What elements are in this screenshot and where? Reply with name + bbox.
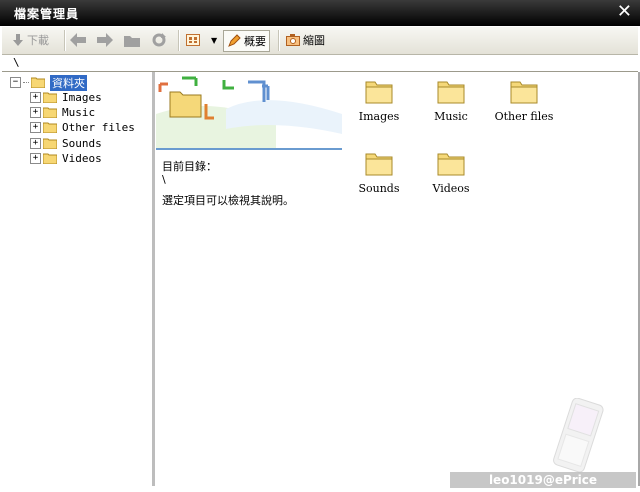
folder-icon [43,107,57,118]
phone-watermark-graphic [553,398,604,473]
folder-icon [43,138,57,149]
expand-icon[interactable]: + [30,138,41,149]
folder-item-music[interactable]: Music [414,78,488,123]
back-button[interactable] [70,30,86,50]
toolbar: 下載 ▼ 概要 縮圖 [2,27,638,55]
folder-icon [437,81,465,104]
collapse-icon[interactable]: − [10,77,21,88]
current-dir-value: \ [162,173,166,186]
folder-icon [43,92,57,103]
view-grid-icon [186,34,200,46]
info-hint: 選定項目可以檢視其說明。 [162,194,294,207]
download-label: 下載 [27,34,49,47]
folder-item-other-files[interactable]: Other files [487,78,561,123]
view-menu-button[interactable]: ▼ [186,30,217,50]
tree-item-other-files[interactable]: + Other files [30,120,135,135]
download-icon [13,34,23,46]
chevron-down-icon[interactable]: ▼ [211,36,217,45]
folder-item-label: Sounds [358,182,400,195]
expand-icon[interactable]: + [30,122,41,133]
forward-button[interactable] [97,30,113,50]
refresh-icon [152,33,166,47]
toolbar-separator [178,30,180,51]
folder-up-icon [124,36,140,47]
folder-icon [510,81,538,104]
tree-item-images[interactable]: + Images [30,90,102,105]
path-bar[interactable]: \ [2,55,638,72]
banner-folder-graphic [156,74,342,148]
current-path: \ [13,56,20,69]
folder-item-images[interactable]: Images [342,78,416,123]
tree-root[interactable]: − 資料夾 [10,74,87,91]
tree-item-label: Other files [62,121,135,134]
tree-root-label: 資料夾 [50,74,87,91]
folder-tree: − 資料夾 + Images + Music + Other files + S… [2,72,155,486]
folder-item-sounds[interactable]: Sounds [342,150,416,195]
thumbnail-button[interactable]: 縮圖 [286,30,325,50]
current-dir-label: 目前目錄： [162,160,217,173]
window-title: 檔案管理員 [14,7,80,21]
summary-button[interactable]: 概要 [223,30,270,52]
folder-item-label: Other files [494,110,554,123]
up-folder-button[interactable] [124,30,140,50]
tree-item-label: Music [62,106,96,119]
title-bar: 檔案管理員 ✕ [0,0,640,26]
tree-item-label: Videos [62,152,102,165]
folder-item-label: Images [358,110,400,123]
folder-item-label: Music [434,110,468,123]
tree-item-videos[interactable]: + Videos [30,151,102,166]
tree-item-sounds[interactable]: + Sounds [30,136,102,151]
folder-icon [437,153,465,176]
close-icon[interactable]: ✕ [617,2,632,22]
tree-item-label: Sounds [62,137,102,150]
folder-item-videos[interactable]: Videos [414,150,488,195]
toolbar-separator [64,30,66,51]
watermark-text: leo1019@ePrice [450,472,636,488]
thumbnail-camera-icon [286,34,300,46]
expand-icon[interactable]: + [30,92,41,103]
summary-label: 概要 [244,35,266,48]
tree-item-label: Images [62,91,102,104]
folder-icon [43,153,57,164]
expand-icon[interactable]: + [30,153,41,164]
refresh-button[interactable] [152,30,166,50]
folder-banner [156,74,342,150]
folder-icon [31,77,45,88]
folder-icon [365,81,393,104]
tree-item-music[interactable]: + Music [30,105,95,120]
tree-connector [23,82,29,83]
forward-arrow-icon [97,33,113,47]
expand-icon[interactable]: + [30,107,41,118]
folder-icon [43,122,57,133]
folder-icon [365,153,393,176]
folder-item-label: Videos [432,182,470,195]
toolbar-separator [278,30,280,51]
info-panel: 目前目錄： \ 選定項目可以檢視其說明。 [162,160,294,207]
summary-pencil-icon [228,34,241,47]
back-arrow-icon [70,33,86,47]
download-button[interactable]: 下載 [12,30,49,50]
thumbnail-label: 縮圖 [303,34,325,47]
